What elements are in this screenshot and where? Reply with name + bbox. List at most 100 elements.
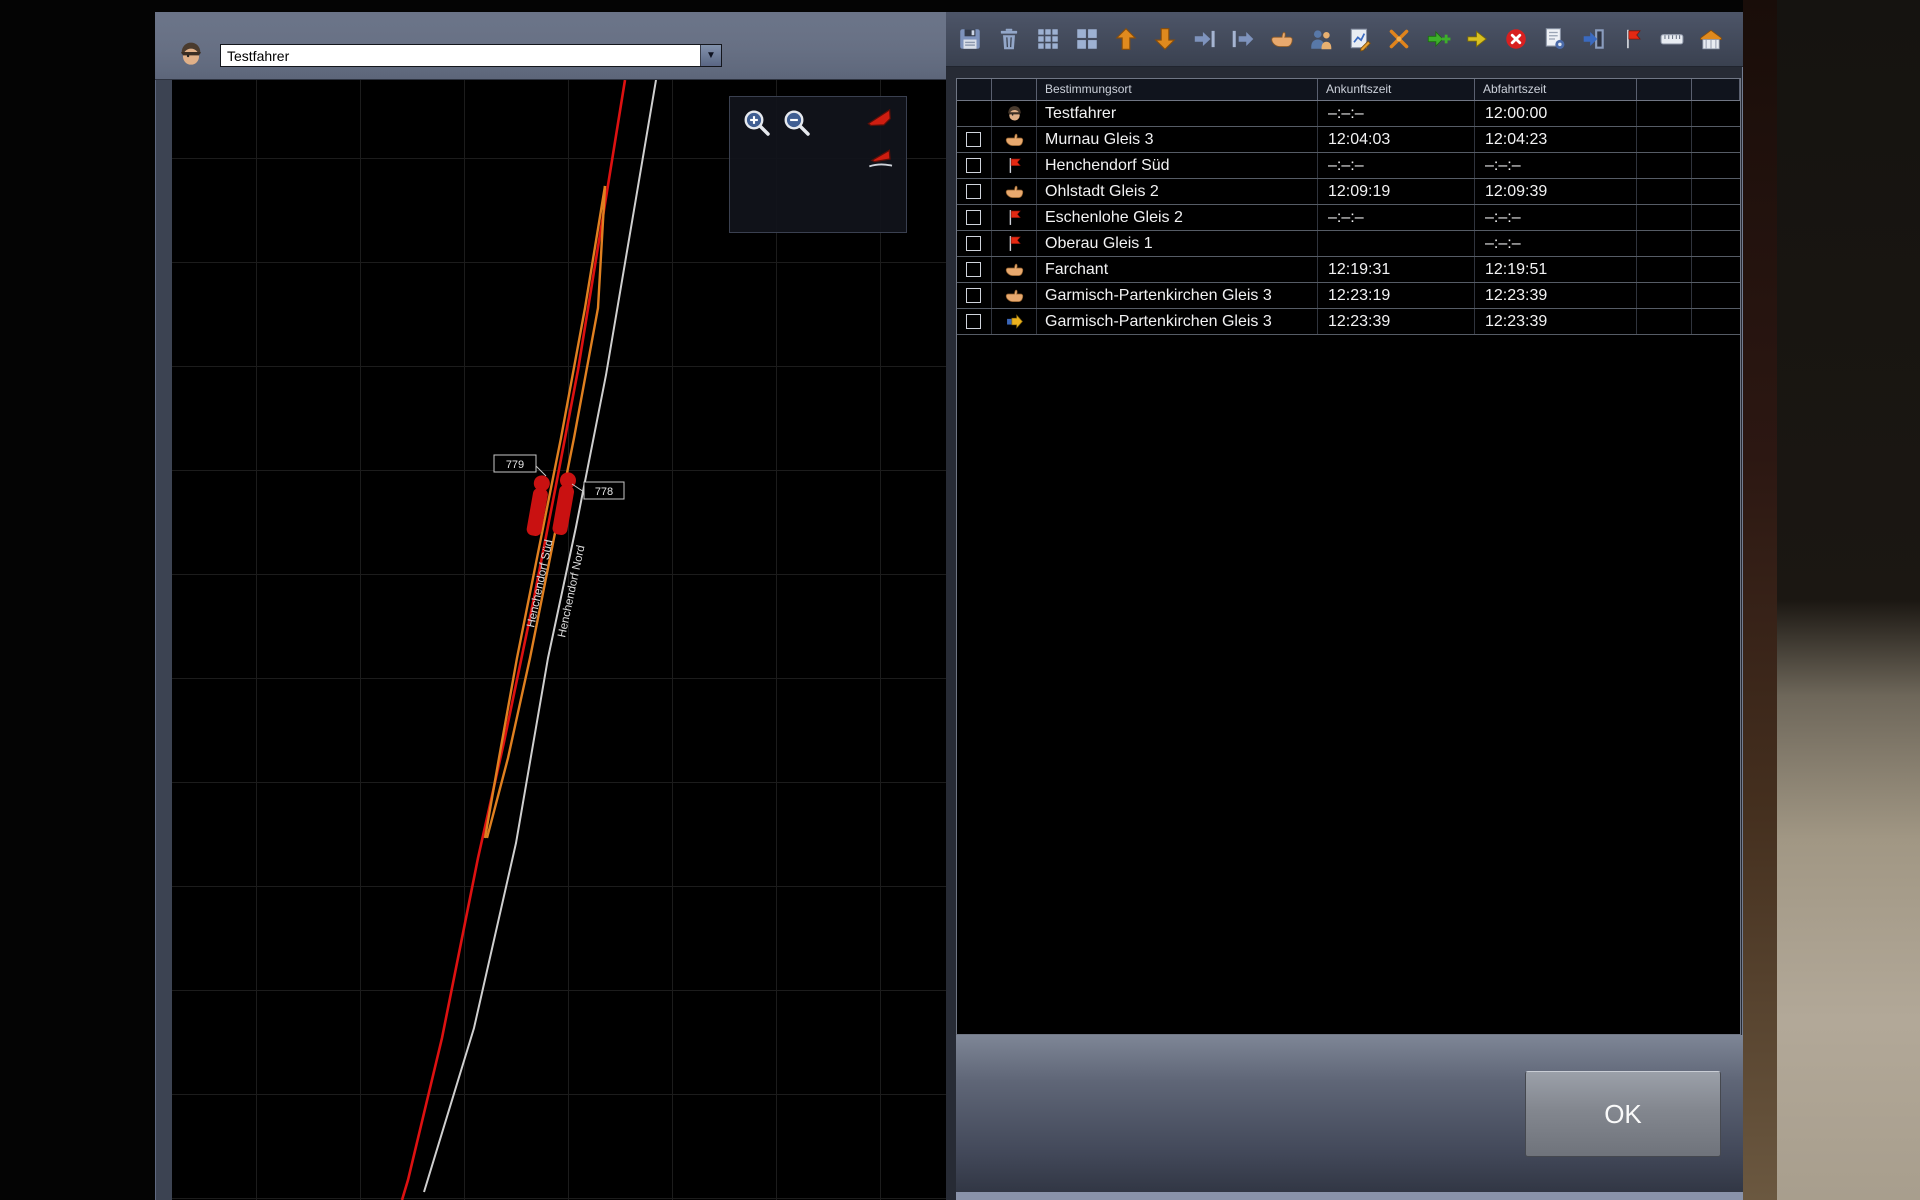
track-line-white: [424, 80, 656, 1192]
depot-button[interactable]: [1695, 21, 1727, 57]
view-mode-2-icon: [863, 161, 897, 176]
driver-select[interactable]: Testfahrer ▼: [220, 44, 722, 67]
station-label: Henchendorf Nord: [556, 544, 587, 638]
departure-cell: 12:23:39: [1475, 283, 1637, 308]
move-up-button[interactable]: [1110, 21, 1142, 57]
timetable-row[interactable]: Garmisch-Partenkirchen Gleis 312:23:1912…: [957, 283, 1740, 309]
column-header-blank[interactable]: [1637, 79, 1692, 100]
column-header-bestimmungsort[interactable]: Bestimmungsort: [1037, 79, 1318, 100]
screen: Testfahrer ▼ 779 778: [0, 0, 1920, 1200]
column-header-blank[interactable]: [992, 79, 1037, 100]
track-map[interactable]: 779 778 Henchendorf Süd Henchendorf Nord: [172, 80, 946, 1200]
track-line-red: [402, 80, 625, 1200]
signal-leader-line: [536, 466, 546, 476]
staff-icon: [1308, 26, 1334, 52]
departure-cell: 12:04:23: [1475, 127, 1637, 152]
insert-right-icon: [1191, 26, 1217, 52]
remove-button[interactable]: [1500, 21, 1532, 57]
row-checkbox[interactable]: [966, 184, 981, 199]
view-mode-1-icon: [860, 121, 898, 136]
grid-small-button[interactable]: [1032, 21, 1064, 57]
destination-cell: Murnau Gleis 3: [1037, 127, 1318, 152]
destination-cell: Garmisch-Partenkirchen Gleis 3: [1037, 283, 1318, 308]
timetable-row[interactable]: Eschenlohe Gleis 2–:–:––:–:–: [957, 205, 1740, 231]
jump-button[interactable]: [1578, 21, 1610, 57]
zoom-in-icon: [740, 126, 772, 141]
row-checkbox[interactable]: [966, 132, 981, 147]
flag-button[interactable]: [1617, 21, 1649, 57]
arrival-cell: –:–:–: [1318, 205, 1475, 230]
column-header-blank[interactable]: [957, 79, 992, 100]
insert-left-icon: [1230, 26, 1256, 52]
column-header-ankunftszeit[interactable]: Ankunftszeit: [1318, 79, 1475, 100]
driver-select-value: Testfahrer: [221, 48, 700, 64]
departure-cell: 12:19:51: [1475, 257, 1637, 282]
save-button[interactable]: [954, 21, 986, 57]
properties-button[interactable]: [1539, 21, 1571, 57]
timetable-row[interactable]: Ohlstadt Gleis 212:09:1912:09:39: [957, 179, 1740, 205]
background-scene: [1777, 0, 1920, 1200]
timetable-body: Testfahrer–:–:–12:00:00Murnau Gleis 312:…: [957, 101, 1740, 335]
arrival-cell: –:–:–: [1318, 153, 1475, 178]
destination-cell: Eschenlohe Gleis 2: [1037, 205, 1318, 230]
row-checkbox[interactable]: [966, 236, 981, 251]
timetable-row[interactable]: Testfahrer–:–:–12:00:00: [957, 101, 1740, 127]
graph-button[interactable]: [1344, 21, 1376, 57]
column-header-blank[interactable]: [1692, 79, 1740, 100]
column-header-abfahrtszeit[interactable]: Abfahrtszeit: [1475, 79, 1637, 100]
view-mode-1-button[interactable]: [860, 103, 898, 133]
platform-button[interactable]: [1656, 21, 1688, 57]
junction-button[interactable]: [1383, 21, 1415, 57]
timetable-row[interactable]: Farchant12:19:3112:19:51: [957, 257, 1740, 283]
arrival-cell: 12:09:19: [1318, 179, 1475, 204]
through-arrow-icon: [1004, 311, 1025, 332]
route-add-icon: [1425, 26, 1451, 52]
grid-large-icon: [1074, 26, 1100, 52]
timetable-row[interactable]: Oberau Gleis 1–:–:–: [957, 231, 1740, 257]
arrival-cell: 12:04:03: [1318, 127, 1475, 152]
pick-hand-icon: [1269, 26, 1295, 52]
stop-hand-icon: [1004, 181, 1025, 202]
move-down-button[interactable]: [1149, 21, 1181, 57]
zoom-out-button[interactable]: [780, 106, 812, 138]
timetable-row[interactable]: Garmisch-Partenkirchen Gleis 312:23:3912…: [957, 309, 1740, 335]
delete-button[interactable]: [993, 21, 1025, 57]
flag-icon: [1004, 155, 1025, 176]
platform-icon: [1659, 26, 1685, 52]
pick-hand-button[interactable]: [1266, 21, 1298, 57]
timetable-row[interactable]: Murnau Gleis 312:04:0312:04:23: [957, 127, 1740, 153]
grid-large-button[interactable]: [1071, 21, 1103, 57]
row-checkbox[interactable]: [966, 314, 981, 329]
zoom-in-button[interactable]: [740, 106, 772, 138]
toolbar: [946, 12, 1743, 67]
insert-right-button[interactable]: [1188, 21, 1220, 57]
timetable-row[interactable]: Henchendorf Süd–:–:––:–:–: [957, 153, 1740, 179]
chevron-down-icon[interactable]: ▼: [700, 45, 721, 66]
departure-cell: 12:00:00: [1475, 101, 1637, 126]
flag-icon: [1004, 233, 1025, 254]
arrival-cell: [1318, 231, 1475, 256]
row-checkbox[interactable]: [966, 288, 981, 303]
destination-cell: Testfahrer: [1037, 101, 1318, 126]
departure-cell: –:–:–: [1475, 153, 1637, 178]
arrival-cell: 12:19:31: [1318, 257, 1475, 282]
view-mode-2-button[interactable]: [863, 141, 897, 173]
stop-hand-icon: [1004, 285, 1025, 306]
track-map-overlay: 779 778 Henchendorf Süd Henchendorf Nord: [172, 80, 946, 1200]
staff-button[interactable]: [1305, 21, 1337, 57]
delete-icon: [996, 26, 1022, 52]
route-through-button[interactable]: [1461, 21, 1493, 57]
station-label: Henchendorf Süd: [525, 539, 555, 629]
row-checkbox[interactable]: [966, 210, 981, 225]
destination-cell: Ohlstadt Gleis 2: [1037, 179, 1318, 204]
insert-left-button[interactable]: [1227, 21, 1259, 57]
driver-icon: [1004, 103, 1025, 124]
arrival-cell: –:–:–: [1318, 101, 1475, 126]
jump-icon: [1581, 26, 1607, 52]
row-checkbox[interactable]: [966, 262, 981, 277]
ok-button[interactable]: OK: [1525, 1071, 1721, 1157]
route-add-button[interactable]: [1422, 21, 1454, 57]
row-checkbox[interactable]: [966, 158, 981, 173]
timetable: BestimmungsortAnkunftszeitAbfahrtszeit T…: [956, 78, 1741, 1035]
signal-label: 778: [595, 486, 613, 498]
